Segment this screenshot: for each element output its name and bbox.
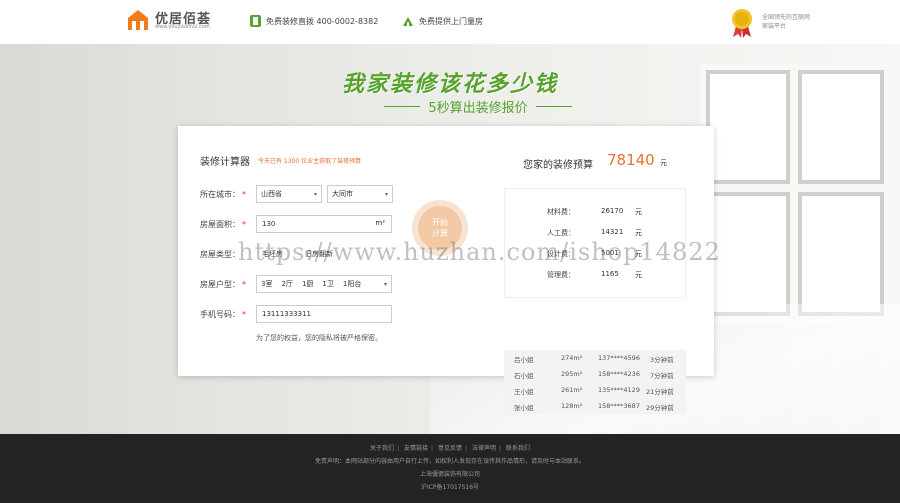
- phone-input[interactable]: 13111333311: [256, 305, 392, 323]
- layout-select[interactable]: 3室 2厅 1厨 1卫 1阳台 ▾: [256, 275, 392, 293]
- layout-label: 房屋户型： *: [200, 279, 246, 289]
- subtitle-line-right: [535, 105, 572, 107]
- area-label: 房屋面积： *: [200, 219, 246, 229]
- area-unit: m²: [375, 219, 385, 227]
- calculator-title: 装修计算器: [200, 157, 250, 168]
- city-row: 所在城市： * 山西省 ▾ 大同市 ▾: [200, 185, 393, 203]
- hero-subtitle: 5秒算出装修报价: [428, 100, 528, 116]
- footer-disclaimer: 免责声明：本网站部分内容由用户自行上传，如权利人发现存在误传其作品情形，请及时与…: [314, 458, 585, 465]
- hotline-text: 免费装修直拨 400-0002-8382: [266, 16, 379, 26]
- layout-baths[interactable]: 1卫: [322, 279, 333, 289]
- hero-subtitle-row: 5秒算出装修报价: [373, 96, 583, 116]
- top-header: 优居佰荟 www.youjubaihui.com 免费装修直拨 400-0002…: [0, 0, 900, 44]
- list-item: 王小姐 261m² 135****4129 21分钟前: [514, 386, 674, 396]
- hero-title: 我家装修该花多少钱: [341, 72, 558, 97]
- chevron-down-icon: ▾: [383, 281, 387, 288]
- city-label: 所在城市： *: [200, 189, 246, 199]
- recent-quotes-list: 吕小姐 274m² 137****4596 3分钟前 石小姐 295m² 158…: [504, 350, 686, 414]
- calculator-note: 今天已有 1300 位业主获取了装修预算: [258, 158, 362, 165]
- area-row: 房屋面积： * 130 m²: [200, 215, 392, 233]
- budget-unit: 元: [660, 159, 667, 167]
- footer-link-about[interactable]: 关于我们: [370, 445, 394, 452]
- chevron-down-icon: ▾: [313, 191, 317, 198]
- layout-balcony[interactable]: 1阳台: [343, 279, 361, 289]
- subtitle-line-left: [384, 105, 421, 107]
- breakdown-row: 管理费： 1165 元: [547, 270, 642, 279]
- layout-halls[interactable]: 2厅: [281, 279, 292, 289]
- list-item: 张小姐 128m² 158****3687 29分钟前: [514, 402, 674, 412]
- breakdown-row: 材料费： 26170 元: [547, 207, 642, 216]
- area-input[interactable]: 130 m²: [256, 215, 392, 233]
- home-visit-text: 免费提供上门量房: [419, 16, 483, 26]
- layout-rooms[interactable]: 3室: [261, 279, 272, 289]
- site-logo[interactable]: 优居佰荟 www.youjubaihui.com: [126, 8, 226, 34]
- site-footer: 关于我们 | 友情链接 | 意见反馈 | 法律声明 | 联系我们 免责声明：本网站部分内…: [0, 434, 900, 503]
- brand-url: www.youjubaihui.com: [155, 24, 210, 30]
- footer-link-friends[interactable]: 友情链接: [404, 445, 428, 452]
- list-item: 吕小姐 274m² 137****4596 3分钟前: [514, 354, 674, 364]
- city-select[interactable]: 大同市 ▾: [327, 185, 393, 203]
- phone-label: 手机号码： *: [200, 309, 246, 319]
- budget-label: 您家的装修预算: [523, 160, 593, 171]
- phone-icon: [250, 15, 261, 27]
- footer-links: 关于我们 | 友情链接 | 意见反馈 | 法律声明 | 联系我们: [370, 445, 530, 452]
- hotline: 免费装修直拨 400-0002-8382: [250, 14, 378, 28]
- footer-link-feedback[interactable]: 意见反馈: [438, 445, 462, 452]
- footer-icp[interactable]: 沪ICP备17017516号: [0, 482, 900, 491]
- house-logo-icon: [128, 10, 148, 30]
- budget-total: 78140: [607, 151, 655, 169]
- watermark-text: https://www.huzhan.com/ishop14822: [238, 238, 721, 266]
- slogan: 全国领先的互联网家装平台: [762, 14, 811, 30]
- footer-company: 上海優偲装饰有限公司: [419, 471, 480, 478]
- layout-kitchens[interactable]: 1厨: [302, 279, 313, 289]
- footer-link-contact[interactable]: 联系我们: [506, 445, 530, 452]
- house-measure-icon: [403, 17, 413, 26]
- list-item: 石小姐 295m² 158****4236 7分钟前: [514, 370, 674, 380]
- medal-icon: [732, 9, 752, 38]
- home-visit: 免费提供上门量房: [402, 14, 483, 28]
- phone-row: 手机号码： * 13111333311: [200, 305, 392, 323]
- footer-link-legal[interactable]: 法律声明: [472, 445, 496, 452]
- province-select[interactable]: 山西省 ▾: [256, 185, 322, 203]
- chevron-down-icon: ▾: [384, 191, 388, 198]
- privacy-note: 为了您的权益，您的隐私将被严格保密。: [256, 334, 382, 342]
- window-decoration: [700, 64, 890, 324]
- layout-row: 房屋户型： * 3室 2厅 1厨 1卫 1阳台 ▾: [200, 275, 392, 293]
